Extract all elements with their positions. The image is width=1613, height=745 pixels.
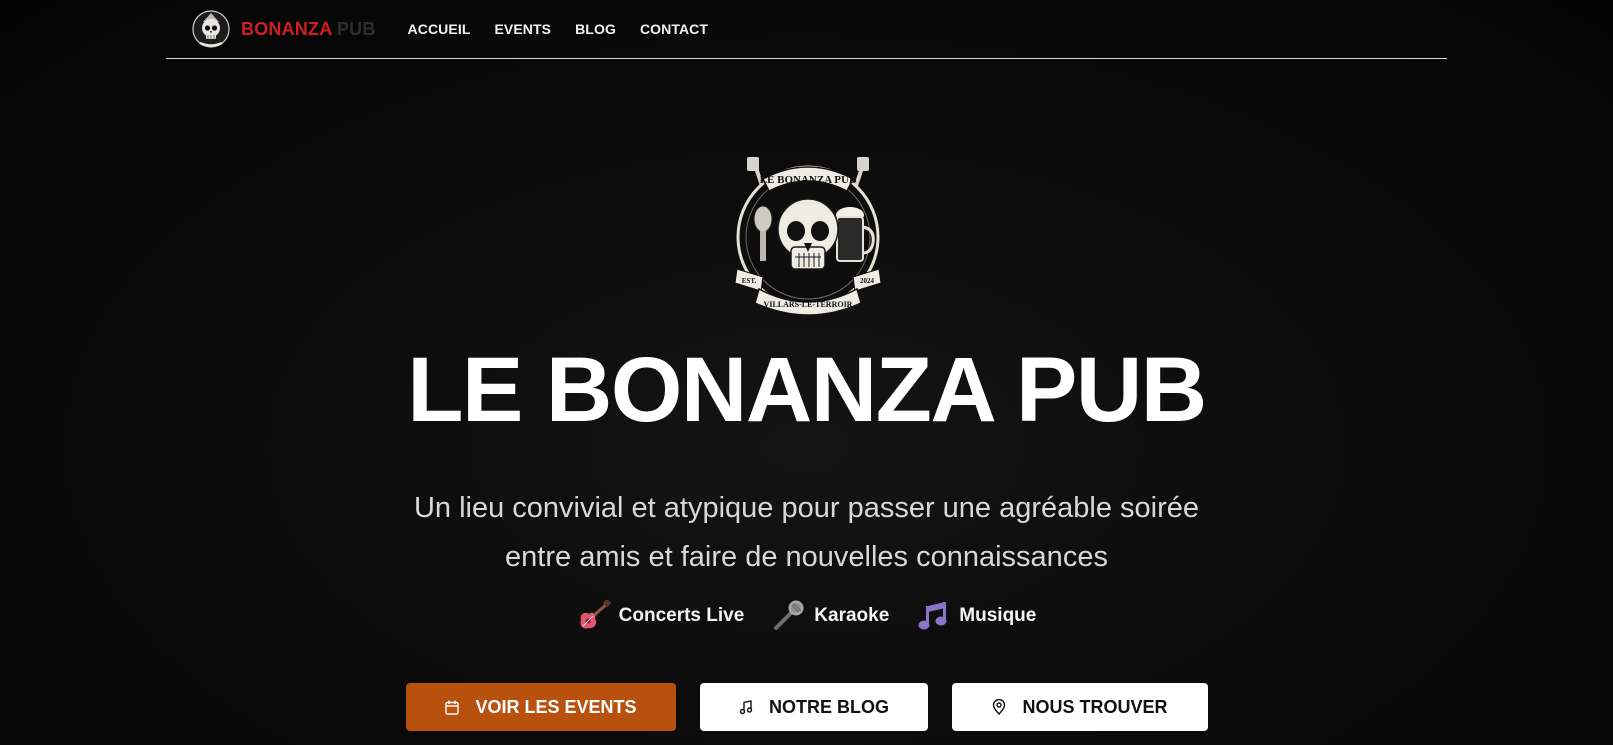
view-events-label: VOIR LES EVENTS — [475, 696, 637, 717]
brand-name: BONANZA PUB — [241, 19, 376, 40]
music-note-icon — [918, 602, 947, 630]
brand-name-primary: BONANZA — [241, 18, 332, 39]
blog-button[interactable]: NOTRE BLOG — [700, 683, 928, 731]
emblem-est-text: EST. — [742, 277, 757, 285]
main-nav: ACCUEIL EVENTS BLOG CONTACT — [408, 21, 709, 37]
guitar-icon — [580, 600, 611, 629]
nav-item-accueil[interactable]: ACCUEIL — [408, 21, 471, 37]
skull-emblem-icon: LE BONANZA PUB EST. 2024 VILLARS-LE-TERR… — [734, 157, 882, 316]
find-us-button[interactable]: NOUS TROUVER — [952, 683, 1208, 731]
nav-item-contact[interactable]: CONTACT — [640, 21, 708, 37]
find-us-label: NOUS TROUVER — [1022, 696, 1168, 717]
feature-karaoke: Karaoke — [772, 600, 889, 632]
music-icon — [739, 699, 753, 714]
page: BONANZA PUB ACCUEIL EVENTS BLOG CONTACT … — [0, 0, 1613, 745]
brand-link[interactable]: BONANZA PUB — [192, 8, 376, 50]
brand-name-secondary: PUB — [331, 18, 376, 39]
skull-logo-icon — [192, 10, 230, 48]
hero-title: LE BONANZA PUB — [407, 339, 1207, 441]
cta-buttons: VOIR LES EVENTS NOTRE BLOG NOUS TROUVER — [406, 683, 1208, 731]
feature-musique: Musique — [917, 600, 1036, 632]
feature-karaoke-label: Karaoke — [814, 605, 890, 626]
feature-concerts: Concerts Live — [577, 600, 745, 632]
emblem-bottom-text: VILLARS-LE-TERROIR — [764, 300, 853, 309]
feature-list: Concerts Live Karaoke Musique — [0, 600, 1613, 632]
calendar-icon — [445, 700, 460, 715]
feature-concerts-label: Concerts Live — [618, 605, 745, 626]
nav-item-blog[interactable]: BLOG — [575, 21, 616, 37]
feature-musique-label: Musique — [959, 605, 1037, 626]
view-events-button[interactable]: VOIR LES EVENTS — [406, 683, 676, 731]
microphone-icon — [774, 600, 804, 630]
hero-subtitle-line-2: entre amis et faire de nouvelles connais… — [505, 541, 1108, 573]
map-pin-icon — [993, 699, 1006, 715]
emblem-top-text: LE BONANZA PUB — [760, 174, 857, 186]
site-header: BONANZA PUB ACCUEIL EVENTS BLOG CONTACT — [166, 0, 1447, 59]
hero-subtitle-line-1: Un lieu convivial et atypique pour passe… — [413, 492, 1200, 524]
blog-button-label: NOTRE BLOG — [769, 696, 889, 717]
hero-subtitle: Un lieu convivial et atypique pour passe… — [0, 484, 1613, 582]
nav-item-events[interactable]: EVENTS — [494, 21, 551, 37]
emblem-year-text: 2024 — [860, 277, 875, 285]
